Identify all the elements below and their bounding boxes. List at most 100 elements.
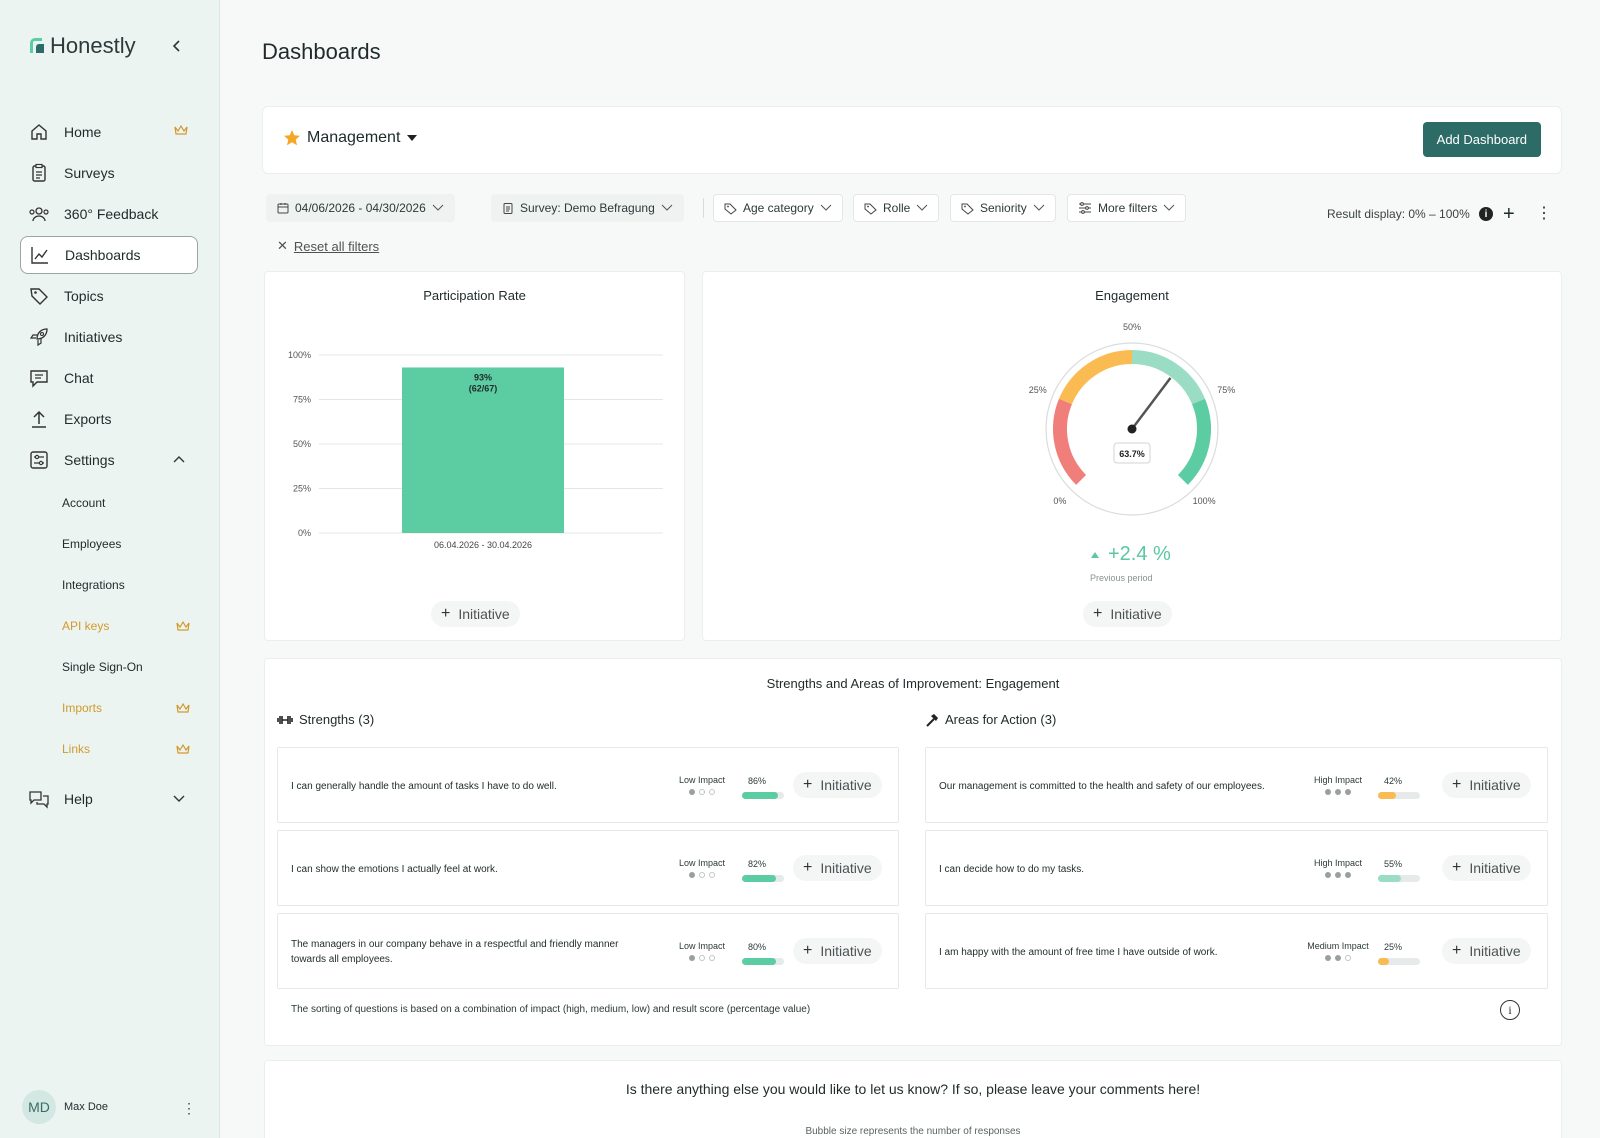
sidebar-item-dashboards[interactable]: Dashboards	[20, 236, 198, 274]
impact-dots	[1306, 872, 1370, 878]
question-text: I can show the emotions I actually feel …	[291, 864, 498, 875]
add-initiative-button[interactable]: + Initiative	[1442, 938, 1531, 964]
seniority-filter[interactable]: Seniority	[950, 194, 1056, 222]
role-filter[interactable]: Rolle	[853, 194, 940, 222]
score-percent: 55%	[1384, 859, 1403, 869]
add-initiative-button[interactable]: + Initiative	[1442, 855, 1531, 881]
user-menu-icon[interactable]: ⋮	[182, 1100, 196, 1117]
date-range-filter[interactable]: 04/06/2026 - 04/30/2026	[266, 194, 455, 222]
chevron-down-icon[interactable]	[172, 793, 186, 803]
impact-label: Low Impact	[678, 941, 726, 951]
gauge-tick-label: 25%	[1029, 385, 1047, 395]
add-initiative-button[interactable]: + Initiative	[793, 772, 882, 798]
dashboard-bar: Management Add Dashboard	[262, 106, 1562, 174]
tag-icon	[724, 203, 737, 215]
dashboard-selector[interactable]: Management	[283, 129, 418, 147]
actions-row: I am happy with the amount of free time …	[925, 913, 1548, 989]
star-icon	[284, 130, 300, 146]
survey-filter[interactable]: Survey: Demo Befragung	[491, 194, 684, 222]
dumbbell-icon	[277, 715, 293, 724]
engagement-card: Engagement 0% 25% 50% 75% 100% 63.7% + Initia…	[702, 271, 1562, 641]
initiative-label: Initiative	[820, 860, 872, 876]
sidebar-item-topics[interactable]: Topics	[20, 277, 198, 315]
settings-item-integrations[interactable]: Integrations	[62, 578, 125, 592]
sidebar-item-home[interactable]: Home	[20, 113, 198, 151]
user-profile[interactable]: MD Max Doe	[22, 1090, 108, 1124]
strengths-row: I can generally handle the amount of tas…	[277, 747, 899, 823]
impact-label: High Impact	[1313, 775, 1363, 785]
impact-dots	[670, 955, 734, 961]
sidebar-item-help[interactable]: Help	[20, 780, 198, 818]
sidebar-item-360-feedback[interactable]: 360° Feedback	[20, 195, 198, 233]
collapse-sidebar-icon[interactable]	[168, 37, 186, 55]
sidebar-item-chat[interactable]: Chat	[20, 359, 198, 397]
settings-item-employees[interactable]: Employees	[62, 537, 121, 551]
chevron-up-icon[interactable]	[172, 454, 186, 464]
sidebar-item-surveys[interactable]: Surveys	[20, 154, 198, 192]
actions-row: Our management is committed to the healt…	[925, 747, 1548, 823]
gauge-tick-label: 50%	[1123, 322, 1141, 332]
gauge-hub	[1127, 424, 1137, 434]
rocket-icon	[28, 326, 50, 348]
settings-item-account[interactable]: Account	[62, 496, 105, 510]
gauge-tick-label: 75%	[1217, 385, 1235, 395]
logo[interactable]: Honestly	[28, 33, 136, 59]
impact-dot	[709, 872, 715, 878]
engagement-initiative-button[interactable]: + Initiative	[1083, 601, 1172, 627]
impact-dot	[1345, 872, 1351, 878]
initiative-label: Initiative	[458, 606, 510, 622]
age-category-filter[interactable]: Age category	[713, 194, 843, 222]
score-percent: 25%	[1384, 942, 1403, 952]
add-initiative-button[interactable]: + Initiative	[1442, 772, 1531, 798]
logo-icon	[30, 38, 44, 53]
y-tick-label: 50%	[293, 439, 311, 449]
settings-item-links[interactable]: Links	[62, 742, 90, 756]
impact-indicator: Low Impact	[670, 858, 734, 878]
sidebar-item-label: Settings	[64, 452, 115, 468]
question-text: Our management is committed to the healt…	[939, 781, 1265, 792]
date-range-value: 04/06/2026 - 04/30/2026	[295, 201, 426, 215]
add-initiative-button[interactable]: + Initiative	[793, 855, 882, 881]
impact-dot	[1325, 789, 1331, 795]
impact-indicator: Medium Impact	[1306, 941, 1370, 961]
add-widget-icon[interactable]: +	[1503, 203, 1515, 226]
settings-item-imports[interactable]: Imports	[62, 701, 102, 715]
settings-item-sso[interactable]: Single Sign-On	[62, 660, 143, 674]
add-initiative-button[interactable]: + Initiative	[793, 938, 882, 964]
sidebar-item-initiatives[interactable]: Initiatives	[20, 318, 198, 356]
filter-sliders-icon	[1079, 202, 1091, 214]
sidebar-item-label: Exports	[64, 411, 112, 427]
settings-item-api-keys[interactable]: API keys	[62, 619, 109, 633]
impact-dots	[1306, 955, 1370, 961]
initiative-label: Initiative	[820, 777, 872, 793]
plus-icon: +	[441, 605, 451, 622]
home-icon	[28, 121, 50, 143]
impact-dot	[709, 955, 715, 961]
strengths-row: I can show the emotions I actually feel …	[277, 830, 899, 906]
sidebar-item-label: Chat	[64, 370, 94, 386]
add-dashboard-button[interactable]: Add Dashboard	[1422, 122, 1541, 157]
avatar: MD	[22, 1090, 56, 1124]
crown-icon	[174, 124, 188, 135]
more-filters-label: More filters	[1098, 201, 1158, 215]
more-options-icon[interactable]: ⋮	[1536, 203, 1552, 223]
participation-title: Participation Rate	[423, 288, 526, 303]
chevron-down-icon	[820, 204, 832, 211]
tag-icon	[961, 203, 974, 215]
y-tick-label: 25%	[293, 484, 311, 494]
strengths-heading: Strengths (3)	[277, 712, 374, 727]
score-percent: 80%	[748, 942, 767, 952]
sidebar-item-exports[interactable]: Exports	[20, 400, 198, 438]
participation-initiative-button[interactable]: + Initiative	[431, 601, 520, 627]
sidebar-item-label: Topics	[64, 288, 104, 304]
reset-filters-link[interactable]: ✕ Reset all filters	[277, 238, 379, 254]
more-filters-button[interactable]: More filters	[1067, 194, 1187, 222]
impact-dot	[1345, 955, 1351, 961]
score-percent: 86%	[748, 776, 767, 786]
sidebar-item-settings[interactable]: Settings	[20, 441, 198, 479]
info-icon[interactable]: i	[1479, 207, 1493, 221]
info-icon[interactable]: i	[1500, 1000, 1520, 1020]
caret-down-icon	[407, 135, 418, 141]
chevron-down-icon	[432, 204, 444, 211]
triangle-up-icon	[1091, 551, 1099, 558]
